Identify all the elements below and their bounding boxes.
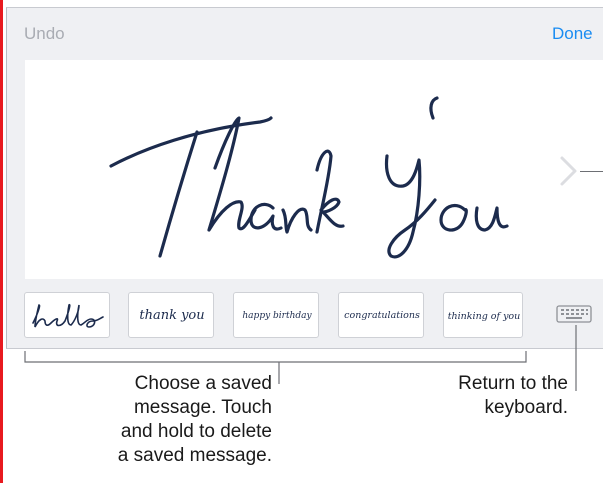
done-button[interactable]: Done <box>552 24 593 44</box>
svg-text:thinking of you: thinking of you <box>448 311 521 322</box>
svg-text:happy birthday: happy birthday <box>242 311 312 321</box>
saved-message-thinking-of-you[interactable]: thinking of you <box>443 292 523 338</box>
saved-message-hello[interactable] <box>24 292 110 338</box>
callout-saved-message: Choose a saved message. Touch and hold t… <box>117 373 272 466</box>
saved-message-thank-you[interactable]: thank you <box>128 292 214 338</box>
page-margin-marker <box>0 0 3 483</box>
callout-line-keyboard <box>575 325 577 391</box>
chevron-right-icon[interactable] <box>558 150 580 192</box>
saved-message-congratulations[interactable]: congratulations <box>338 292 424 338</box>
undo-button[interactable]: Undo <box>24 24 65 44</box>
svg-text:thank you: thank you <box>139 308 204 323</box>
handwriting-canvas[interactable] <box>25 60 603 279</box>
svg-text:congratulations: congratulations <box>344 310 420 321</box>
keyboard-icon[interactable] <box>555 303 593 325</box>
callout-keyboard: Return to the keyboard. <box>458 373 568 418</box>
handwriting-ink <box>109 96 509 259</box>
callout-line-next <box>580 171 603 172</box>
saved-message-happy-birthday[interactable]: happy birthday <box>233 292 319 338</box>
